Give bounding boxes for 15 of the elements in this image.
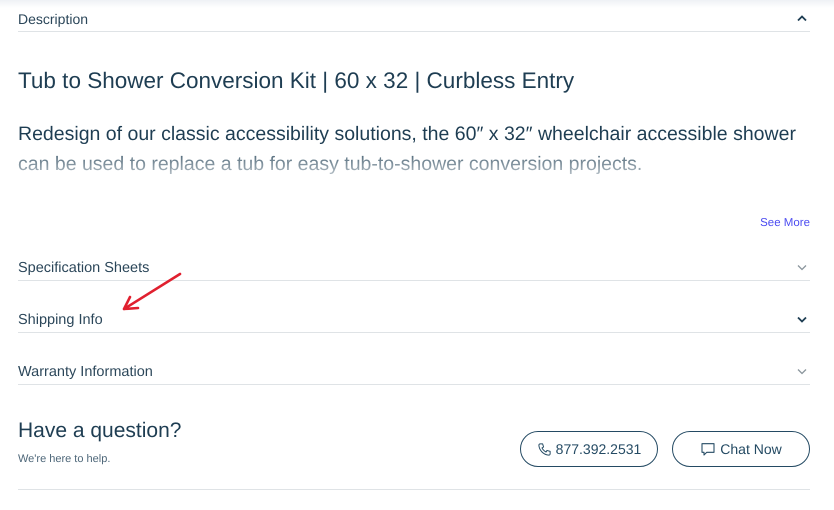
phone-button[interactable]: 877.392.2531 [520,431,658,467]
section-title[interactable]: Warranty Information [18,364,153,380]
section-title[interactable]: Shipping Info [18,312,103,328]
help-text: We're here to help. [18,453,112,465]
product-title: Tub to Shower Conversion Kit | 60 x 32 | Curbless Entry [18,68,576,94]
question-heading: Have a question? [18,419,182,443]
section-title: Description [18,10,88,26]
chat-button[interactable]: Chat Now [672,431,810,467]
section-title[interactable]: Specification Sheets [18,260,150,276]
chevron-icon[interactable] [796,316,808,324]
chevron-icon[interactable] [796,14,808,22]
see-more-link[interactable]: See More [760,217,810,229]
chat-icon [700,441,716,457]
phone-icon [536,442,552,456]
description-text: Redesign of our classic accessibility solutions, the 60″ x 32″ wheelchair accessible shower can be used to replace a tub for easy tub-to-shower conversion projects. [18,122,797,177]
